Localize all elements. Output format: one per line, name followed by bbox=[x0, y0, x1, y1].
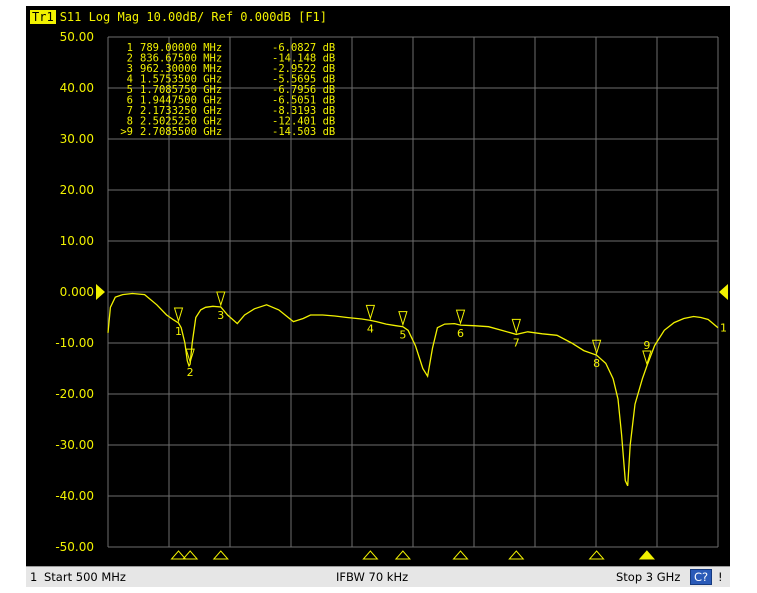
y-tick-label: 0.000 bbox=[60, 285, 94, 299]
y-tick-label: -10.00 bbox=[55, 336, 94, 350]
y-tick-label: 20.00 bbox=[60, 183, 94, 197]
s11-plot: 50.00 40.00 30.00 20.00 10.00 0.000 -10.00 -20.… bbox=[55, 30, 728, 560]
marker-number-label: 5 bbox=[399, 329, 406, 342]
start-frequency[interactable]: Start 500 MHz bbox=[44, 570, 126, 584]
marker-position-indicator bbox=[362, 550, 379, 560]
marker-position-indicator bbox=[182, 550, 199, 560]
marker-position-indicator bbox=[452, 550, 469, 560]
channel-number[interactable]: 1 bbox=[30, 570, 37, 584]
y-tick-label: 30.00 bbox=[60, 132, 94, 146]
calibration-status-badge[interactable]: C? bbox=[690, 569, 713, 585]
marker-number-label: 6 bbox=[457, 327, 464, 340]
status-bar: 1 Start 500 MHz IFBW 70 kHz Stop 3 GHz C… bbox=[26, 566, 730, 587]
marker-list-frequency: 2.7085500 GHz bbox=[140, 126, 222, 138]
marker-position-indicator bbox=[394, 550, 411, 560]
marker-position-indicator bbox=[212, 550, 229, 560]
marker-triangle bbox=[398, 311, 408, 327]
y-tick-label: 10.00 bbox=[60, 234, 94, 248]
marker-number-label: 7 bbox=[513, 336, 520, 349]
marker-triangle bbox=[455, 309, 466, 325]
y-tick-label: 40.00 bbox=[60, 81, 94, 95]
y-tick-label: 50.00 bbox=[60, 30, 94, 44]
warning-indicator: ! bbox=[718, 570, 723, 584]
marker-number-label: 1 bbox=[175, 325, 182, 338]
marker-readout-list: 1 789.00000 MHz -6.0827 dB2 836.67500 MHz -1… bbox=[120, 42, 335, 138]
marker-number-label: 4 bbox=[367, 322, 374, 335]
marker-position-indicator bbox=[508, 550, 525, 560]
y-tick-label: -20.00 bbox=[55, 387, 94, 401]
marker-number-label: 3 bbox=[217, 309, 224, 322]
marker-position-indicator bbox=[170, 550, 187, 560]
marker-triangle bbox=[365, 304, 376, 321]
marker-triangle bbox=[511, 318, 521, 335]
marker-number-label: 8 bbox=[593, 357, 600, 370]
marker-number-label: 2 bbox=[187, 366, 194, 379]
marker-list-value: -14.503 dB bbox=[272, 126, 335, 138]
marker-position-indicator bbox=[638, 550, 655, 560]
marker-frequency-indicators bbox=[170, 550, 655, 560]
marker-triangle bbox=[591, 339, 602, 355]
y-tick-label: -40.00 bbox=[55, 489, 94, 503]
trace-end-label: 1 bbox=[720, 322, 727, 335]
reference-arrow-left bbox=[96, 284, 105, 300]
ifbw-setting[interactable]: IFBW 70 kHz bbox=[336, 570, 408, 584]
stop-frequency[interactable]: Stop 3 GHz bbox=[616, 570, 680, 584]
marker-triangle bbox=[173, 307, 184, 323]
y-tick-label: -30.00 bbox=[55, 438, 94, 452]
marker-list-id: >9 bbox=[120, 126, 133, 138]
marker-number-label: 9 bbox=[643, 339, 650, 352]
marker-triangle bbox=[216, 291, 226, 307]
y-axis-tick-labels: 50.00 40.00 30.00 20.00 10.00 0.000 -10.00 -20.… bbox=[55, 30, 94, 554]
marker-position-indicator bbox=[588, 550, 605, 560]
y-tick-label: -50.00 bbox=[55, 540, 94, 554]
reference-arrow-right bbox=[719, 284, 728, 300]
